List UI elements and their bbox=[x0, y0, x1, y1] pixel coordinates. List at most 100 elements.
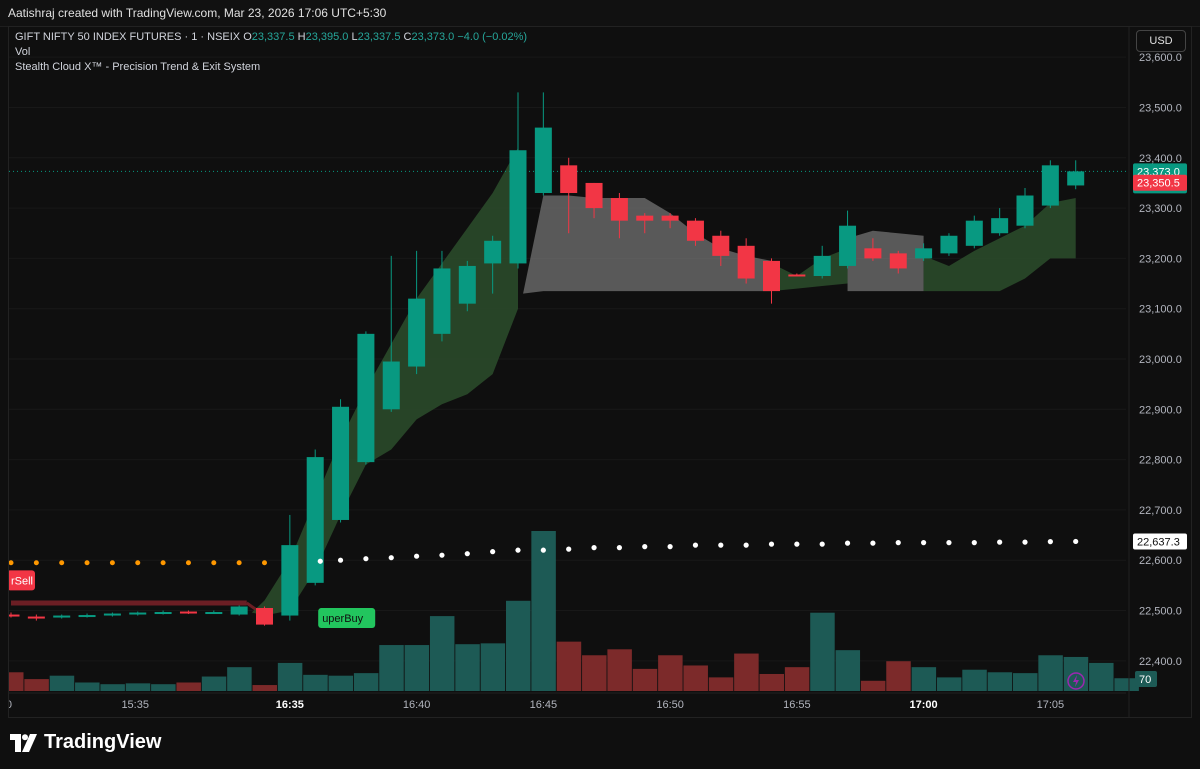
volume-bar bbox=[24, 679, 49, 691]
stop-dot-orange bbox=[84, 560, 90, 566]
stop-dot-orange bbox=[9, 560, 14, 566]
stop-dot-white bbox=[921, 540, 927, 546]
volume-bar bbox=[1038, 655, 1063, 691]
stop-dot-white bbox=[337, 557, 344, 563]
legend-volume[interactable]: Vol bbox=[15, 45, 527, 60]
candle-body bbox=[509, 150, 527, 264]
volume-bar bbox=[125, 683, 151, 691]
volume-bar bbox=[784, 667, 810, 691]
stop-dot-white bbox=[997, 539, 1003, 545]
time-axis-label: 16:40 bbox=[403, 699, 431, 711]
volume-bar bbox=[582, 655, 607, 691]
candle-body bbox=[332, 406, 350, 520]
candle-body bbox=[256, 608, 273, 625]
candle-body bbox=[357, 333, 375, 463]
candle-body bbox=[788, 274, 806, 277]
trend-cloud bbox=[523, 195, 772, 294]
stop-dot-white bbox=[692, 542, 699, 548]
price-tag: 23,350.5 bbox=[1133, 174, 1187, 191]
candle-body bbox=[560, 165, 578, 193]
time-axis-label: 17:00 bbox=[910, 699, 938, 711]
stop-dot-white bbox=[743, 542, 749, 548]
time-axis-label: 16:45 bbox=[530, 699, 558, 711]
chart-legend: GIFT NIFTY 50 INDEX FUTURES · 1 · NSEIX … bbox=[15, 30, 527, 75]
stop-dot-white bbox=[414, 553, 420, 559]
stop-dot-white bbox=[363, 556, 369, 562]
candle-body bbox=[458, 265, 476, 304]
high-label: H bbox=[297, 31, 306, 43]
stop-dot-orange bbox=[33, 560, 39, 566]
volume-bar bbox=[1063, 656, 1089, 691]
change-value: −4.0 (−0.02%) bbox=[457, 31, 528, 43]
volume-bar bbox=[531, 531, 556, 691]
symbol-name[interactable]: GIFT NIFTY 50 INDEX FUTURES · 1 · NSEIX bbox=[15, 31, 240, 43]
signal-buy[interactable]: uperBuy bbox=[318, 608, 376, 629]
stop-dot-white bbox=[1047, 539, 1053, 545]
stop-dot-white bbox=[718, 542, 724, 548]
volume-bar bbox=[49, 675, 75, 691]
candle-body bbox=[1067, 171, 1085, 186]
stop-dot-white bbox=[895, 540, 901, 546]
stop-dot-orange bbox=[262, 560, 267, 566]
candle-body bbox=[281, 545, 299, 616]
tradingview-logo-icon bbox=[10, 733, 37, 752]
stop-dot-white bbox=[1022, 539, 1028, 545]
time-axis-label: 15:35 bbox=[121, 699, 149, 711]
volume-bar bbox=[962, 669, 987, 691]
volume-bar bbox=[429, 616, 455, 691]
candle-body bbox=[9, 614, 20, 617]
stop-dot-orange bbox=[236, 560, 242, 566]
stop-dot-white bbox=[540, 547, 546, 553]
volume-bar bbox=[1089, 662, 1114, 691]
currency-button[interactable]: USD bbox=[1136, 30, 1186, 52]
price-axis-label: 22,800.0 bbox=[1139, 455, 1182, 467]
signal-label-text: rSell bbox=[11, 575, 33, 587]
stop-dot-orange bbox=[211, 560, 217, 566]
candle-body bbox=[585, 182, 603, 209]
candle-body bbox=[610, 198, 628, 221]
price-tag-text: 23,350.5 bbox=[1137, 178, 1180, 190]
stop-dot-white bbox=[642, 544, 648, 550]
stop-dot-white bbox=[794, 541, 800, 547]
tradingview-brand[interactable]: TradingView bbox=[10, 731, 161, 754]
price-axis-label: 22,600.0 bbox=[1139, 555, 1182, 567]
candle-body bbox=[103, 613, 121, 616]
trend-cloud bbox=[771, 248, 848, 292]
price-axis-label: 23,300.0 bbox=[1139, 203, 1182, 215]
chart-frame[interactable]: rSell uperBuy 23,600.0 23,500.0 23,400.0 23,3… bbox=[8, 26, 1192, 718]
candle-body bbox=[636, 215, 654, 221]
stop-dot-white bbox=[946, 540, 952, 546]
stop-dot-orange bbox=[135, 560, 141, 566]
low-value: 23,337.5 bbox=[357, 31, 401, 43]
volume-bar bbox=[759, 673, 784, 691]
price-tag: 22,637.3 bbox=[1133, 533, 1187, 550]
candle-body bbox=[686, 220, 704, 241]
stop-dot-white bbox=[768, 541, 775, 547]
signal-label-text: uperBuy bbox=[322, 613, 363, 625]
volume-bar bbox=[886, 661, 911, 691]
volume-bar bbox=[810, 612, 835, 691]
stop-dot-white bbox=[870, 540, 876, 546]
price-chart[interactable]: rSell uperBuy 23,600.0 23,500.0 23,400.0 23,3… bbox=[9, 27, 1191, 717]
stop-dot-white bbox=[819, 541, 825, 547]
trend-cloud bbox=[847, 230, 924, 292]
volume-bar bbox=[480, 643, 506, 691]
price-axis-label: 22,700.0 bbox=[1139, 505, 1182, 517]
volume-bar bbox=[987, 672, 1013, 691]
candle-body bbox=[433, 268, 451, 334]
candle-body bbox=[179, 611, 197, 614]
stop-dot-white bbox=[971, 540, 977, 546]
candle-body bbox=[154, 612, 172, 615]
volume-bar bbox=[353, 673, 379, 691]
signal-sell[interactable]: rSell bbox=[9, 570, 35, 591]
volume-bar bbox=[303, 674, 328, 691]
stop-dot-white bbox=[844, 540, 851, 546]
candle-body bbox=[230, 606, 248, 615]
volume-bar bbox=[455, 644, 480, 691]
volume-bar bbox=[201, 676, 227, 691]
time-axis-label: 16:50 bbox=[656, 699, 684, 711]
legend-indicator[interactable]: Stealth Cloud X™ - Precision Trend & Exi… bbox=[15, 60, 527, 75]
stop-dot-white bbox=[591, 545, 597, 551]
credit-text: Aatishraj created with TradingView.com, … bbox=[8, 6, 387, 20]
candle-body bbox=[763, 260, 780, 292]
